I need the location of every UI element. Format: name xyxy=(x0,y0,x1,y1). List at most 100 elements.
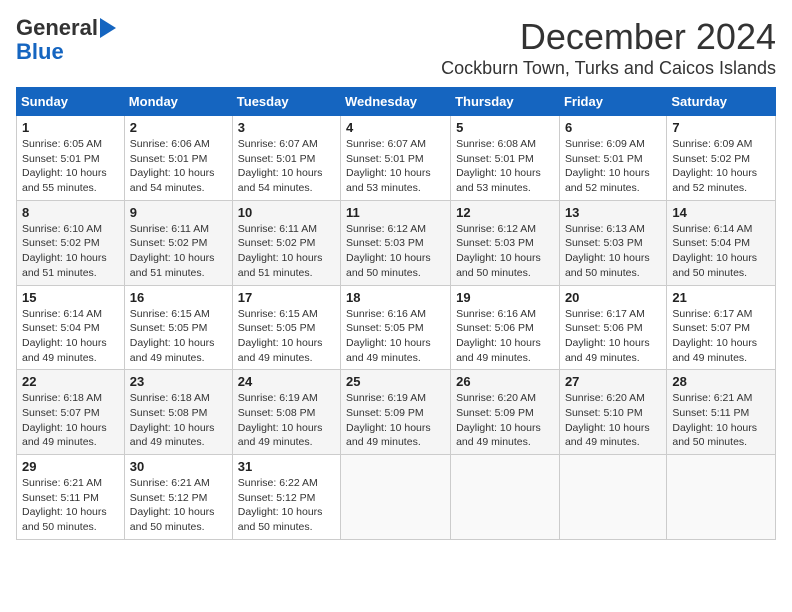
calendar-header-wednesday: Wednesday xyxy=(341,88,451,116)
day-number: 4 xyxy=(346,120,445,135)
calendar-cell: 9 Sunrise: 6:11 AM Sunset: 5:02 PM Daylig… xyxy=(124,200,232,285)
day-number: 9 xyxy=(130,205,227,220)
calendar-cell: 11 Sunrise: 6:12 AM Sunset: 5:03 PM Dayli… xyxy=(341,200,451,285)
logo-arrow-icon xyxy=(100,18,116,38)
day-number: 3 xyxy=(238,120,335,135)
day-info: Sunrise: 6:19 AM Sunset: 5:09 PM Dayligh… xyxy=(346,391,445,450)
calendar-cell xyxy=(667,455,776,540)
day-number: 14 xyxy=(672,205,770,220)
calendar-cell: 23 Sunrise: 6:18 AM Sunset: 5:08 PM Dayli… xyxy=(124,370,232,455)
calendar-cell: 4Sunrise: 6:07 AM Sunset: 5:01 PM Daylig… xyxy=(341,116,451,201)
day-number: 5 xyxy=(456,120,554,135)
day-number: 6 xyxy=(565,120,661,135)
day-info: Sunrise: 6:14 AM Sunset: 5:04 PM Dayligh… xyxy=(672,222,770,281)
day-info: Sunrise: 6:16 AM Sunset: 5:05 PM Dayligh… xyxy=(346,307,445,366)
day-number: 12 xyxy=(456,205,554,220)
calendar-header-monday: Monday xyxy=(124,88,232,116)
day-info: Sunrise: 6:21 AM Sunset: 5:11 PM Dayligh… xyxy=(672,391,770,450)
day-number: 10 xyxy=(238,205,335,220)
day-info: Sunrise: 6:12 AM Sunset: 5:03 PM Dayligh… xyxy=(456,222,554,281)
day-number: 13 xyxy=(565,205,661,220)
calendar-cell: 5Sunrise: 6:08 AM Sunset: 5:01 PM Daylig… xyxy=(451,116,560,201)
day-number: 7 xyxy=(672,120,770,135)
day-info: Sunrise: 6:22 AM Sunset: 5:12 PM Dayligh… xyxy=(238,476,335,535)
calendar-cell: 19Sunrise: 6:16 AM Sunset: 5:06 PM Dayli… xyxy=(451,285,560,370)
calendar-week-row: 8Sunrise: 6:10 AM Sunset: 5:02 PM Daylig… xyxy=(17,200,776,285)
day-number: 26 xyxy=(456,374,554,389)
day-number: 30 xyxy=(130,459,227,474)
day-info: Sunrise: 6:09 AM Sunset: 5:02 PM Dayligh… xyxy=(672,137,770,196)
calendar-cell: 24 Sunrise: 6:19 AM Sunset: 5:08 PM Dayli… xyxy=(232,370,340,455)
calendar-cell: 8Sunrise: 6:10 AM Sunset: 5:02 PM Daylig… xyxy=(17,200,125,285)
calendar-table: SundayMondayTuesdayWednesdayThursdayFrid… xyxy=(16,87,776,540)
day-info: Sunrise: 6:11 AM Sunset: 5:02 PM Dayligh… xyxy=(130,222,227,281)
calendar-cell: 27 Sunrise: 6:20 AM Sunset: 5:10 PM Dayli… xyxy=(559,370,666,455)
calendar-header-row: SundayMondayTuesdayWednesdayThursdayFrid… xyxy=(17,88,776,116)
calendar-header-sunday: Sunday xyxy=(17,88,125,116)
day-info: Sunrise: 6:20 AM Sunset: 5:09 PM Dayligh… xyxy=(456,391,554,450)
calendar-cell xyxy=(451,455,560,540)
day-info: Sunrise: 6:16 AM Sunset: 5:06 PM Dayligh… xyxy=(456,307,554,366)
calendar-cell: 28 Sunrise: 6:21 AM Sunset: 5:11 PM Dayli… xyxy=(667,370,776,455)
day-info: Sunrise: 6:12 AM Sunset: 5:03 PM Dayligh… xyxy=(346,222,445,281)
calendar-cell: 6Sunrise: 6:09 AM Sunset: 5:01 PM Daylig… xyxy=(559,116,666,201)
day-number: 25 xyxy=(346,374,445,389)
calendar-cell: 21Sunrise: 6:17 AM Sunset: 5:07 PM Dayli… xyxy=(667,285,776,370)
calendar-cell: 29Sunrise: 6:21 AM Sunset: 5:11 PM Dayli… xyxy=(17,455,125,540)
day-number: 11 xyxy=(346,205,445,220)
calendar-header-saturday: Saturday xyxy=(667,88,776,116)
day-number: 29 xyxy=(22,459,119,474)
calendar-cell: 16 Sunrise: 6:15 AM Sunset: 5:05 PM Dayli… xyxy=(124,285,232,370)
logo: General Blue xyxy=(16,16,116,64)
calendar-cell: 2Sunrise: 6:06 AM Sunset: 5:01 PM Daylig… xyxy=(124,116,232,201)
logo-text-blue: Blue xyxy=(16,40,64,64)
calendar-cell xyxy=(341,455,451,540)
day-info: Sunrise: 6:10 AM Sunset: 5:02 PM Dayligh… xyxy=(22,222,119,281)
day-info: Sunrise: 6:06 AM Sunset: 5:01 PM Dayligh… xyxy=(130,137,227,196)
calendar-header-friday: Friday xyxy=(559,88,666,116)
calendar-cell: 14 Sunrise: 6:14 AM Sunset: 5:04 PM Dayli… xyxy=(667,200,776,285)
day-number: 22 xyxy=(22,374,119,389)
calendar-cell: 26 Sunrise: 6:20 AM Sunset: 5:09 PM Dayli… xyxy=(451,370,560,455)
day-info: Sunrise: 6:20 AM Sunset: 5:10 PM Dayligh… xyxy=(565,391,661,450)
day-info: Sunrise: 6:07 AM Sunset: 5:01 PM Dayligh… xyxy=(238,137,335,196)
calendar-cell: 1Sunrise: 6:05 AM Sunset: 5:01 PM Daylig… xyxy=(17,116,125,201)
calendar-week-row: 1Sunrise: 6:05 AM Sunset: 5:01 PM Daylig… xyxy=(17,116,776,201)
calendar-cell: 18 Sunrise: 6:16 AM Sunset: 5:05 PM Dayli… xyxy=(341,285,451,370)
calendar-cell: 31 Sunrise: 6:22 AM Sunset: 5:12 PM Dayli… xyxy=(232,455,340,540)
logo-text-general: General xyxy=(16,16,98,40)
calendar-body: 1Sunrise: 6:05 AM Sunset: 5:01 PM Daylig… xyxy=(17,116,776,540)
calendar-cell: 15Sunrise: 6:14 AM Sunset: 5:04 PM Dayli… xyxy=(17,285,125,370)
calendar-header-tuesday: Tuesday xyxy=(232,88,340,116)
day-info: Sunrise: 6:21 AM Sunset: 5:12 PM Dayligh… xyxy=(130,476,227,535)
day-number: 27 xyxy=(565,374,661,389)
calendar-cell: 20Sunrise: 6:17 AM Sunset: 5:06 PM Dayli… xyxy=(559,285,666,370)
location-title: Cockburn Town, Turks and Caicos Islands xyxy=(441,58,776,79)
day-info: Sunrise: 6:05 AM Sunset: 5:01 PM Dayligh… xyxy=(22,137,119,196)
calendar-cell: 10 Sunrise: 6:11 AM Sunset: 5:02 PM Dayli… xyxy=(232,200,340,285)
month-title: December 2024 xyxy=(441,16,776,58)
day-number: 28 xyxy=(672,374,770,389)
day-number: 16 xyxy=(130,290,227,305)
calendar-cell: 30 Sunrise: 6:21 AM Sunset: 5:12 PM Dayli… xyxy=(124,455,232,540)
page-header: General Blue December 2024 Cockburn Town… xyxy=(16,16,776,79)
day-info: Sunrise: 6:11 AM Sunset: 5:02 PM Dayligh… xyxy=(238,222,335,281)
day-info: Sunrise: 6:18 AM Sunset: 5:08 PM Dayligh… xyxy=(130,391,227,450)
calendar-cell: 22 Sunrise: 6:18 AM Sunset: 5:07 PM Dayli… xyxy=(17,370,125,455)
title-section: December 2024 Cockburn Town, Turks and C… xyxy=(441,16,776,79)
calendar-header-thursday: Thursday xyxy=(451,88,560,116)
calendar-cell: 3 Sunrise: 6:07 AM Sunset: 5:01 PM Daylig… xyxy=(232,116,340,201)
day-number: 24 xyxy=(238,374,335,389)
calendar-cell: 12 Sunrise: 6:12 AM Sunset: 5:03 PM Dayli… xyxy=(451,200,560,285)
day-info: Sunrise: 6:18 AM Sunset: 5:07 PM Dayligh… xyxy=(22,391,119,450)
day-number: 31 xyxy=(238,459,335,474)
day-number: 18 xyxy=(346,290,445,305)
calendar-cell: 17Sunrise: 6:15 AM Sunset: 5:05 PM Dayli… xyxy=(232,285,340,370)
day-info: Sunrise: 6:15 AM Sunset: 5:05 PM Dayligh… xyxy=(130,307,227,366)
day-number: 23 xyxy=(130,374,227,389)
calendar-cell: 7 Sunrise: 6:09 AM Sunset: 5:02 PM Daylig… xyxy=(667,116,776,201)
calendar-cell xyxy=(559,455,666,540)
calendar-week-row: 15Sunrise: 6:14 AM Sunset: 5:04 PM Dayli… xyxy=(17,285,776,370)
day-info: Sunrise: 6:19 AM Sunset: 5:08 PM Dayligh… xyxy=(238,391,335,450)
calendar-week-row: 29Sunrise: 6:21 AM Sunset: 5:11 PM Dayli… xyxy=(17,455,776,540)
